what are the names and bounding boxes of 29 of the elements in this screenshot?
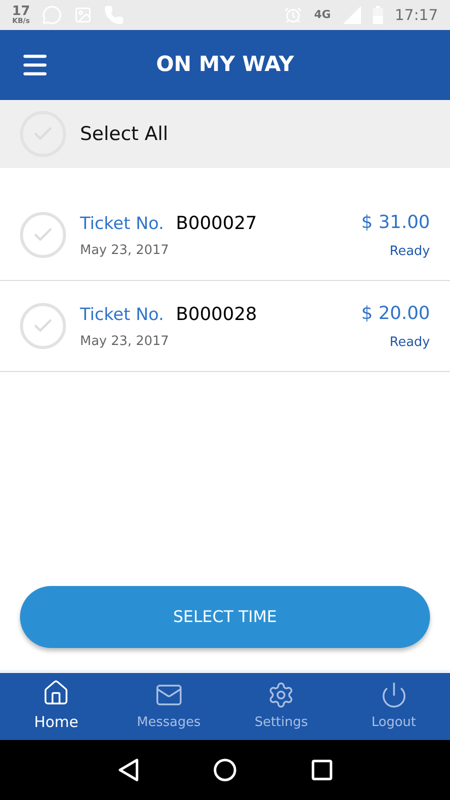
ticket-number: B000027	[176, 212, 257, 236]
select-all-label[interactable]: Select All	[80, 120, 168, 148]
network-text: 4G	[314, 6, 331, 23]
nav-tab[interactable]: Messages	[112, 673, 225, 740]
back-icon[interactable]	[117, 758, 139, 782]
ticket-label: Ticket No.	[80, 304, 164, 326]
speed-text: 17	[12, 5, 30, 18]
settings-icon	[267, 680, 296, 709]
nav-tab[interactable]: Home	[0, 673, 112, 740]
ticket-checkbox[interactable]	[20, 303, 66, 349]
ticket-price: $ 31.00	[361, 210, 430, 235]
app-title: ON MY WAY	[156, 51, 294, 78]
ticket-row[interactable]: Ticket No. B000028 May 23, 2017 $ 20.00 Ready	[0, 281, 450, 372]
ticket-status: Ready	[390, 334, 430, 352]
ticket-number: B000028	[176, 302, 257, 326]
clock-text: 17:17	[394, 4, 438, 26]
power-icon	[380, 680, 408, 709]
ticket-status: Ready	[390, 242, 430, 261]
ticket-date: May 23, 2017	[80, 242, 170, 260]
home-circle-icon[interactable]	[213, 758, 237, 782]
nav-tab[interactable]: Settings	[225, 673, 338, 740]
ticket-row[interactable]: Ticket No. B000027 May 23, 2017 $ 31.00 Ready	[0, 190, 450, 281]
ticket-label: Ticket No.	[80, 212, 164, 236]
ticket-date: May 23, 2017	[80, 333, 170, 351]
ticket-price: $ 20.00	[361, 302, 430, 326]
recents-icon[interactable]	[311, 759, 333, 781]
nav-tab[interactable]: Logout	[338, 673, 450, 740]
ticket-checkbox[interactable]	[20, 212, 66, 258]
home-icon	[42, 679, 70, 708]
